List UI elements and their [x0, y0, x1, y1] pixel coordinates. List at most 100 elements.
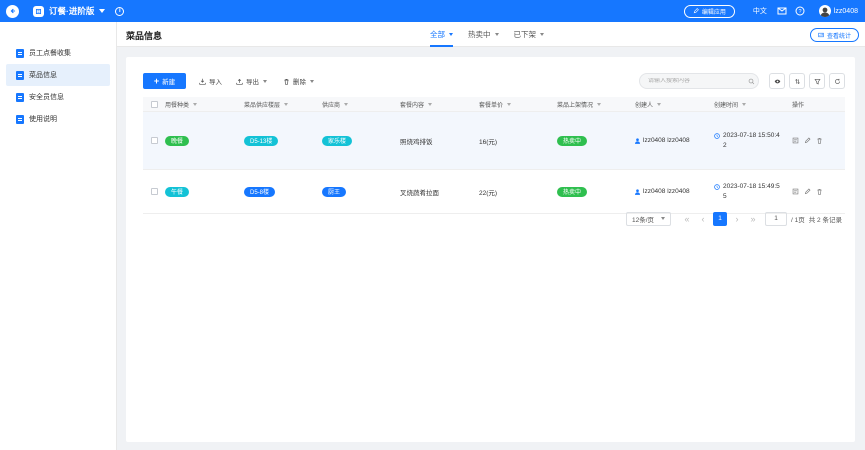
view-tabs: 全部 热卖中 已下架 — [430, 22, 559, 47]
column-meal-type[interactable]: 用餐种类 — [165, 97, 244, 112]
table-row[interactable]: 晚餐 D5-13楼 家乐楼 照烧鸡排饭 16(元) 热卖中 lzz0408 lz… — [143, 112, 845, 170]
filter-icon — [813, 78, 821, 84]
row-select-cell — [143, 112, 165, 169]
tab-hot-selling[interactable]: 热卖中 — [468, 22, 499, 47]
back-button[interactable] — [6, 4, 19, 18]
avatar[interactable] — [818, 5, 831, 17]
actions-cell — [792, 112, 845, 169]
delete-icon[interactable] — [816, 137, 823, 144]
actions-cell — [792, 170, 845, 213]
next-page-icon[interactable]: › — [729, 214, 745, 224]
username[interactable]: lzz0408 — [834, 8, 858, 15]
chevron-down-icon — [597, 102, 602, 106]
delete-button[interactable]: 删除 — [283, 73, 314, 89]
import-button[interactable]: 导入 — [199, 73, 222, 89]
form-icon — [16, 70, 24, 80]
help-icon[interactable]: ? — [795, 6, 805, 16]
page-jump-input[interactable]: 1 — [765, 211, 787, 226]
created-time-cell: 2023-07-18 15:49:5 5 — [714, 170, 792, 213]
view-icon[interactable] — [792, 137, 799, 144]
content-cell: 照烧鸡排饭 — [400, 138, 433, 146]
column-label: 供应商 — [322, 102, 341, 109]
column-price[interactable]: 套餐单价 — [479, 97, 557, 112]
page-size-value: 12条/页 — [632, 216, 655, 224]
chevron-down-icon — [661, 217, 665, 220]
edit-icon[interactable] — [804, 188, 811, 195]
filter-button[interactable] — [809, 73, 825, 89]
column-creator[interactable]: 创建人 — [635, 97, 714, 112]
clock-icon — [714, 132, 720, 139]
column-status[interactable]: 菜品上架情况 — [557, 97, 635, 112]
import-label: 导入 — [209, 79, 222, 86]
visibility-button[interactable] — [769, 73, 785, 89]
edit-app-label: 编辑应用 — [701, 9, 726, 16]
created-time-line: 2023-07-18 15:50:4 — [723, 131, 780, 139]
chevron-down-icon — [284, 102, 289, 106]
chevron-down-icon — [540, 33, 544, 36]
chevron-down-icon — [742, 102, 747, 106]
sidebar-item-safety-officer[interactable]: 安全员信息 — [6, 86, 110, 108]
table-row[interactable]: 午餐 D5-8楼 厨王 叉烧蔬肴拉面 22(元) 热卖中 lzz0408 lzz… — [143, 170, 845, 214]
column-floor[interactable]: 菜品供应楼层 — [244, 97, 322, 112]
page-size-select[interactable]: 12条/页 — [626, 211, 671, 226]
tab-all[interactable]: 全部 — [430, 22, 453, 47]
last-page-icon[interactable]: » — [745, 214, 761, 224]
supplier-tag: 厨王 — [322, 186, 347, 197]
sidebar-item-label: 菜品信息 — [29, 72, 57, 79]
sidebar: 员工点餐收集 菜品信息 安全员信息 使用说明 — [0, 22, 117, 450]
delete-icon[interactable] — [816, 188, 823, 195]
tab-delisted[interactable]: 已下架 — [514, 22, 544, 47]
search-box — [639, 73, 759, 89]
row-checkbox[interactable] — [150, 188, 158, 195]
info-icon[interactable]: i — [115, 6, 125, 16]
top-bar: 订餐·进阶版 i 编辑应用 中文 ? lzz0408 — [0, 0, 865, 22]
mail-icon[interactable] — [777, 6, 787, 16]
prev-page-icon[interactable]: ‹ — [695, 214, 711, 224]
status-badge: 热卖中 — [557, 186, 588, 197]
export-button[interactable]: 导出 — [236, 73, 267, 89]
view-stats-label: 查看统计 — [826, 33, 851, 40]
sidebar-item-dish-info[interactable]: 菜品信息 — [6, 64, 110, 86]
tab-label: 热卖中 — [468, 30, 491, 39]
search-icon[interactable] — [748, 78, 755, 85]
status-cell: 热卖中 — [557, 112, 635, 169]
created-time-cell: 2023-07-18 15:50:4 2 — [714, 112, 792, 169]
first-page-icon[interactable]: « — [679, 214, 695, 224]
view-stats-button[interactable]: 查看统计 — [809, 28, 859, 42]
column-actions: 操作 — [792, 97, 845, 112]
current-page[interactable]: 1 — [713, 211, 727, 226]
floor-tag: D5-13楼 — [244, 135, 279, 146]
new-button[interactable]: + 新建 — [143, 73, 186, 89]
sort-button[interactable] — [789, 73, 805, 89]
sidebar-item-order-collection[interactable]: 员工点餐收集 — [6, 42, 110, 64]
edit-icon[interactable] — [804, 137, 811, 144]
content-cell: 叉烧蔬肴拉面 — [400, 189, 439, 197]
column-created-time[interactable]: 创建时间 — [714, 97, 792, 112]
upload-icon — [236, 78, 243, 85]
sort-icon — [794, 78, 800, 84]
eye-icon — [774, 79, 780, 83]
refresh-button[interactable] — [829, 73, 845, 89]
floor-cell: D5-13楼 — [244, 112, 322, 169]
view-icon[interactable] — [792, 188, 799, 195]
chart-icon — [818, 32, 824, 38]
table-header: 用餐种类 菜品供应楼层 供应商 套餐内容 套餐单价 菜品上架情况 创建人 创建时… — [143, 97, 845, 112]
language-switch[interactable]: 中文 — [753, 6, 767, 16]
app-switch-caret-icon[interactable] — [99, 9, 106, 13]
column-supplier[interactable]: 供应商 — [322, 97, 400, 112]
chevron-down-icon — [494, 33, 499, 36]
sidebar-item-instructions[interactable]: 使用说明 — [6, 108, 110, 130]
page-title: 菜品信息 — [126, 31, 163, 41]
meal-type-cell: 晚餐 — [165, 112, 244, 169]
column-label: 创建人 — [635, 102, 654, 109]
search-input[interactable] — [648, 78, 744, 84]
row-checkbox[interactable] — [150, 137, 158, 144]
column-label: 菜品上架情况 — [557, 102, 594, 109]
select-all-cell — [143, 97, 165, 112]
created-time-line: 2 — [723, 141, 727, 149]
select-all-checkbox[interactable] — [150, 100, 158, 108]
column-content[interactable]: 套餐内容 — [400, 97, 479, 112]
edit-app-button[interactable]: 编辑应用 — [683, 4, 735, 18]
sidebar-item-label: 安全员信息 — [29, 94, 64, 101]
column-label: 创建时间 — [714, 102, 739, 109]
